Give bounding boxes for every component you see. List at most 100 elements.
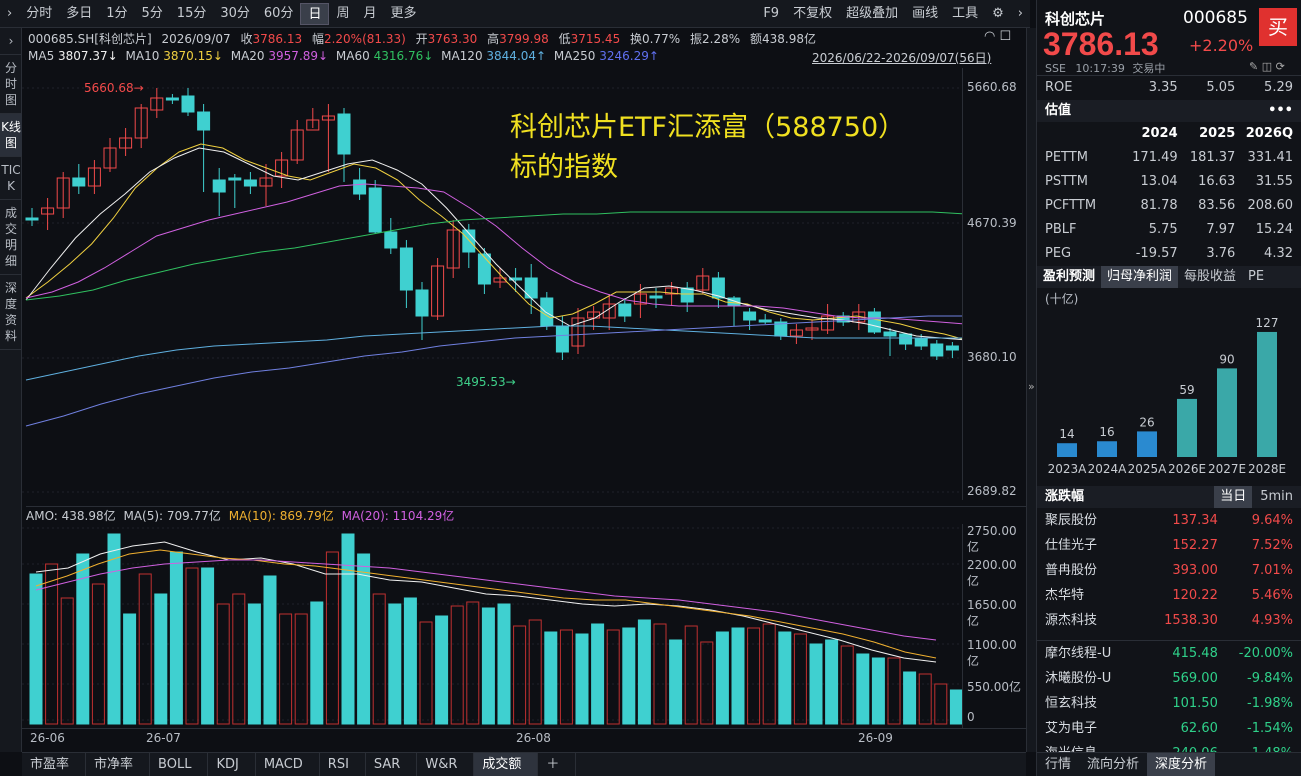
- toolbar-btn-1[interactable]: 不复权: [786, 3, 839, 25]
- left-tab-3[interactable]: 成交明细: [0, 200, 22, 275]
- gear-icon[interactable]: ⚙: [985, 3, 1011, 25]
- stock-row-change: 4.93%: [1251, 613, 1294, 628]
- volume-bar: [918, 673, 932, 725]
- profit-tabs: 盈利预测 归母净利润 每股收益 PE: [1037, 266, 1301, 288]
- price-tick: 5660.68: [967, 80, 1017, 94]
- tab-5min[interactable]: 5min: [1252, 486, 1301, 508]
- stock-row[interactable]: 沐曦股份-U 569.00 -9.84%: [1037, 666, 1301, 691]
- indicator-tab-6[interactable]: SAR: [366, 753, 418, 776]
- volume-bar: [747, 627, 761, 725]
- volume-bar: [169, 551, 183, 725]
- period-tab-6[interactable]: 60分: [257, 3, 301, 25]
- period-tab-4[interactable]: 15分: [170, 3, 214, 25]
- stock-row[interactable]: 聚辰股份 137.34 9.64%: [1037, 508, 1301, 533]
- profit-tab-0[interactable]: 盈利预测: [1037, 266, 1101, 288]
- ma250-line: [25, 315, 962, 427]
- period-tab-1[interactable]: 多日: [59, 3, 99, 25]
- stock-row[interactable]: 恒玄科技 101.50 -1.98%: [1037, 691, 1301, 716]
- indicator-tab-8[interactable]: 成交额: [474, 753, 539, 776]
- indicator-tab-0[interactable]: 市盈率: [22, 753, 87, 776]
- left-tab-1[interactable]: K线图: [0, 114, 22, 157]
- indicator-tab-7[interactable]: W&R: [417, 753, 475, 776]
- footer-tab-1[interactable]: 流向分析: [1079, 753, 1147, 776]
- indicator-tab-5[interactable]: RSI: [320, 753, 366, 776]
- stock-row[interactable]: 艾为电子 62.60 -1.54%: [1037, 716, 1301, 741]
- candle: [243, 172, 257, 194]
- flip-icon[interactable]: ◠ ☐: [984, 29, 1011, 44]
- volume-bar: [403, 597, 417, 725]
- toolbar-btn-2[interactable]: 超级叠加: [839, 3, 905, 25]
- left-collapse-icon[interactable]: ›: [0, 28, 22, 55]
- period-tab-7[interactable]: 日: [300, 2, 330, 25]
- left-tab-4[interactable]: 深度资料: [0, 275, 22, 350]
- toolbar-btn-3[interactable]: 画线: [905, 3, 945, 25]
- volume-bar: [840, 645, 854, 725]
- date-range[interactable]: 2026/06/22-2026/09/07(56日): [812, 49, 991, 66]
- metric-value: 7.97: [1206, 222, 1236, 237]
- candle: [290, 120, 304, 164]
- stock-row-price: 415.48: [1172, 646, 1218, 661]
- profit-tab-3[interactable]: PE: [1242, 266, 1270, 288]
- candle: [41, 198, 55, 230]
- footer-tab-0[interactable]: 行情: [1037, 753, 1079, 776]
- stock-row-price: 152.27: [1172, 538, 1218, 553]
- volume-bar: [715, 631, 729, 725]
- stock-row-price: 62.60: [1180, 721, 1218, 736]
- profit-tab-2[interactable]: 每股收益: [1178, 266, 1242, 288]
- buy-button[interactable]: 买: [1259, 8, 1297, 46]
- volume-tick: 1100.00亿: [967, 638, 1017, 668]
- chevron-right-icon[interactable]: ›: [1011, 3, 1030, 25]
- profit-bar: [1137, 431, 1157, 457]
- volume-bar: [497, 603, 511, 725]
- volume-bar: [388, 603, 402, 725]
- stock-row[interactable]: 仕佳光子 152.27 7.52%: [1037, 533, 1301, 558]
- low-value: 3715.45: [570, 32, 621, 46]
- volume-tick: 0: [967, 710, 975, 724]
- period-tab-10[interactable]: 更多: [383, 3, 423, 25]
- stock-row[interactable]: 普冉股份 393.00 7.01%: [1037, 558, 1301, 583]
- open-value: 3763.30: [427, 32, 478, 46]
- profit-tab-1[interactable]: 归母净利润: [1101, 266, 1179, 288]
- volume-bar: [544, 631, 558, 725]
- stock-code: 000685: [1183, 8, 1248, 28]
- tab-today[interactable]: 当日: [1214, 486, 1253, 508]
- indicator-tabs: 市盈率 市净率 BOLL KDJ MACD RSI SAR W&R 成交额＋: [22, 752, 1026, 776]
- movers-tabs: 涨跌幅 当日 5min: [1037, 486, 1301, 508]
- period-tab-2[interactable]: 1分: [99, 3, 134, 25]
- indicator-tab-3[interactable]: KDJ: [208, 753, 256, 776]
- quote-time: 10:17:39: [1075, 62, 1125, 75]
- period-tab-9[interactable]: 月: [356, 3, 383, 25]
- period-tab-0[interactable]: 分时: [19, 3, 59, 25]
- volume-bar: [279, 613, 293, 725]
- indicator-tab-1[interactable]: 市净率: [86, 753, 151, 776]
- back-icon[interactable]: ›: [0, 3, 19, 25]
- stock-row[interactable]: 杰华特 120.22 5.46%: [1037, 583, 1301, 608]
- period-tab-8[interactable]: 周: [329, 3, 356, 25]
- add-indicator-icon[interactable]: ＋: [538, 753, 577, 776]
- volume-chart[interactable]: [22, 524, 962, 728]
- left-tab-2[interactable]: TICK: [0, 157, 22, 200]
- left-tab-0[interactable]: 分时图: [0, 55, 22, 114]
- period-tab-3[interactable]: 5分: [135, 3, 170, 25]
- indicator-tab-4[interactable]: MACD: [256, 753, 320, 776]
- ma250-value: 3246.29↑: [599, 49, 659, 63]
- more-icon[interactable]: •••: [1268, 100, 1293, 122]
- indicator-tab-2[interactable]: BOLL: [150, 753, 209, 776]
- volume-bar: [123, 613, 137, 725]
- collapse-handle[interactable]: »: [1026, 28, 1036, 752]
- candle: [540, 292, 554, 330]
- right-footer-tabs: 行情 流向分析 深度分析: [1037, 752, 1301, 776]
- stock-row[interactable]: 源杰科技 1538.30 4.93%: [1037, 608, 1301, 633]
- footer-tab-2[interactable]: 深度分析: [1147, 753, 1216, 776]
- tab-change[interactable]: 涨跌幅: [1037, 486, 1214, 508]
- toolbar-btn-0[interactable]: F9: [756, 3, 786, 25]
- period-tab-5[interactable]: 30分: [213, 3, 257, 25]
- edit-icon[interactable]: ✎ ◫ ⟳: [1249, 60, 1285, 73]
- volume-bar: [871, 657, 885, 725]
- volume-bar: [591, 623, 605, 725]
- toolbar-btn-4[interactable]: 工具: [945, 3, 985, 25]
- close-value: 3786.13: [252, 32, 303, 46]
- volume-bar: [513, 625, 527, 725]
- candle: [337, 108, 351, 182]
- stock-row[interactable]: 摩尔线程-U 415.48 -20.00%: [1037, 641, 1301, 666]
